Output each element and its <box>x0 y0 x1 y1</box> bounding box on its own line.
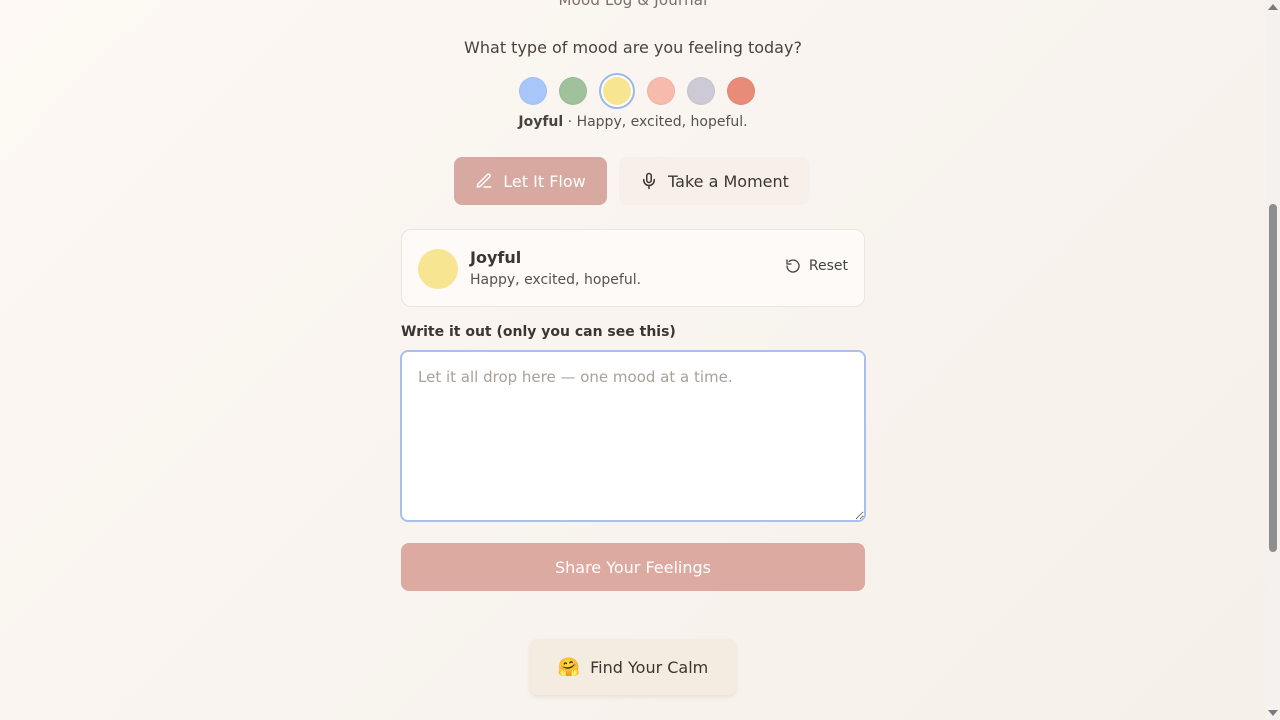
take-a-moment-label: Take a Moment <box>668 171 789 191</box>
page-title: Mood Log & Journal <box>558 0 708 9</box>
reset-button[interactable]: Reset <box>785 258 848 274</box>
microphone-icon <box>640 172 658 190</box>
mood-journal-page: Mood Log & Journal What type of mood are… <box>0 0 1266 720</box>
pencil-icon <box>475 172 493 190</box>
page-scrollbar[interactable] <box>1266 0 1280 720</box>
mood-card-desc: Happy, excited, hopeful. <box>470 272 642 288</box>
selected-mood-desc: Happy, excited, hopeful. <box>576 114 748 130</box>
mood-swatch-yellow[interactable] <box>599 73 635 109</box>
scroll-up-arrow-icon[interactable] <box>1268 4 1278 10</box>
let-it-flow-label: Let It Flow <box>503 171 586 191</box>
let-it-flow-button[interactable]: Let It Flow <box>454 157 607 205</box>
share-feelings-button[interactable]: Share Your Feelings <box>401 543 865 591</box>
journal-textarea[interactable] <box>400 350 866 522</box>
reset-icon <box>785 258 801 274</box>
caption-separator: · <box>563 114 577 130</box>
mood-card-title: Joyful <box>470 248 522 267</box>
selected-mood-caption: Joyful · Happy, excited, hopeful. <box>0 114 1266 130</box>
journal-label: Write it out (only you can see this) <box>401 324 676 340</box>
mood-swatch-peach[interactable] <box>647 77 675 105</box>
mood-color-dot <box>418 249 458 289</box>
selected-mood-name: Joyful <box>518 114 564 130</box>
scrollbar-thumb[interactable] <box>1269 204 1277 552</box>
mood-swatch-gray[interactable] <box>687 77 715 105</box>
scroll-down-arrow-icon[interactable] <box>1268 710 1278 716</box>
selected-mood-card: Joyful Happy, excited, hopeful. Reset <box>401 229 865 307</box>
mood-question: What type of mood are you feeling today? <box>464 38 802 57</box>
mood-swatch-green[interactable] <box>559 77 587 105</box>
hugging-face-icon: 🤗 <box>557 656 581 678</box>
mood-swatches <box>519 73 755 109</box>
mood-swatch-blue[interactable] <box>519 77 547 105</box>
take-a-moment-button[interactable]: Take a Moment <box>619 157 810 205</box>
find-your-calm-button[interactable]: 🤗 Find Your Calm <box>530 639 736 695</box>
reset-label: Reset <box>808 258 848 274</box>
mood-swatch-red[interactable] <box>727 77 755 105</box>
find-your-calm-label: Find Your Calm <box>590 657 709 677</box>
